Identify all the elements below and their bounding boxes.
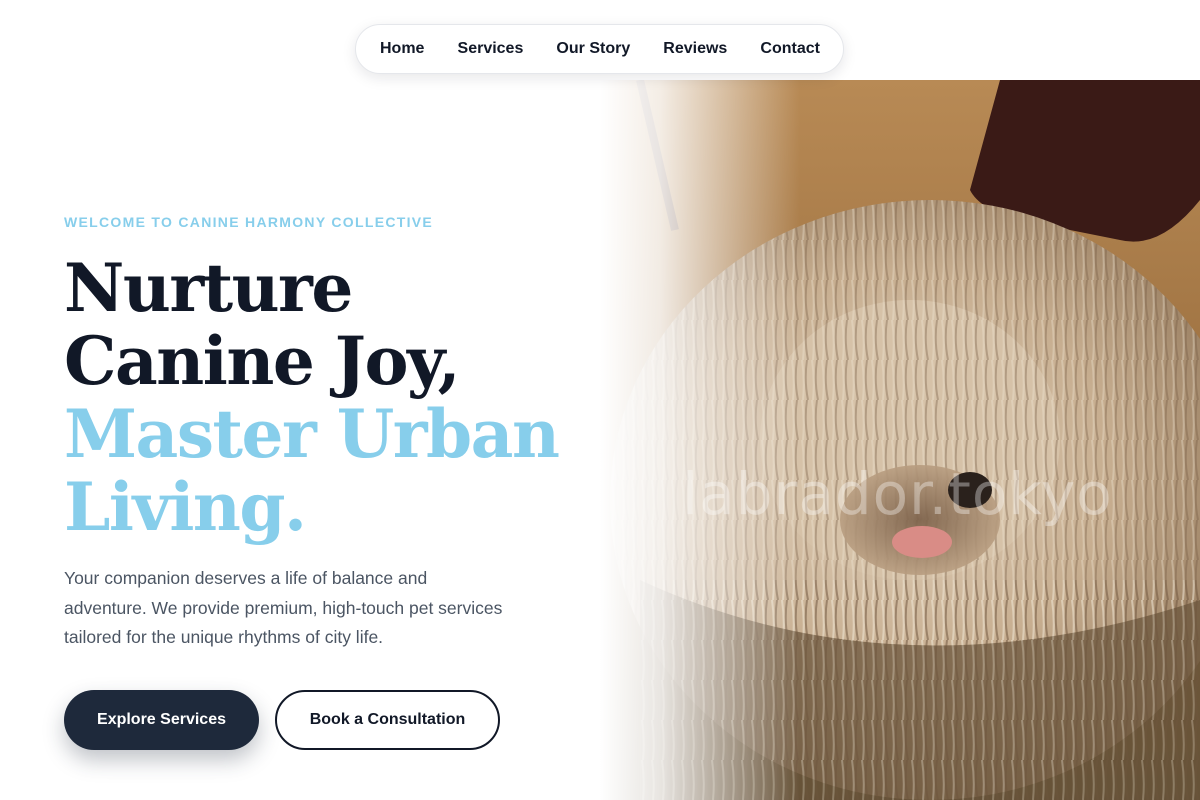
book-consultation-button[interactable]: Book a Consultation bbox=[275, 690, 500, 750]
headline-line-4: Living. bbox=[64, 468, 307, 546]
hero-eyebrow: WELCOME TO CANINE HARMONY COLLECTIVE bbox=[64, 214, 434, 230]
headline-line-2: Canine Joy, bbox=[64, 322, 461, 400]
nav-contact[interactable]: Contact bbox=[760, 40, 820, 58]
hero-headline: Nurture Canine Joy, Master Urban Living. bbox=[64, 252, 584, 544]
nav-services[interactable]: Services bbox=[458, 40, 524, 58]
dog-photo bbox=[600, 80, 1200, 800]
main-nav: Home Services Our Story Reviews Contact bbox=[355, 24, 844, 74]
nav-our-story[interactable]: Our Story bbox=[556, 40, 630, 58]
hero-image: labrador.tokyo bbox=[600, 80, 1200, 800]
nav-reviews[interactable]: Reviews bbox=[663, 40, 727, 58]
hero-description: Your companion deserves a life of balanc… bbox=[64, 568, 503, 647]
headline-line-3: Master Urban bbox=[64, 395, 560, 473]
nav-home[interactable]: Home bbox=[380, 40, 424, 58]
headline-line-1: Nurture bbox=[64, 249, 353, 327]
explore-services-button[interactable]: Explore Services bbox=[64, 690, 259, 750]
